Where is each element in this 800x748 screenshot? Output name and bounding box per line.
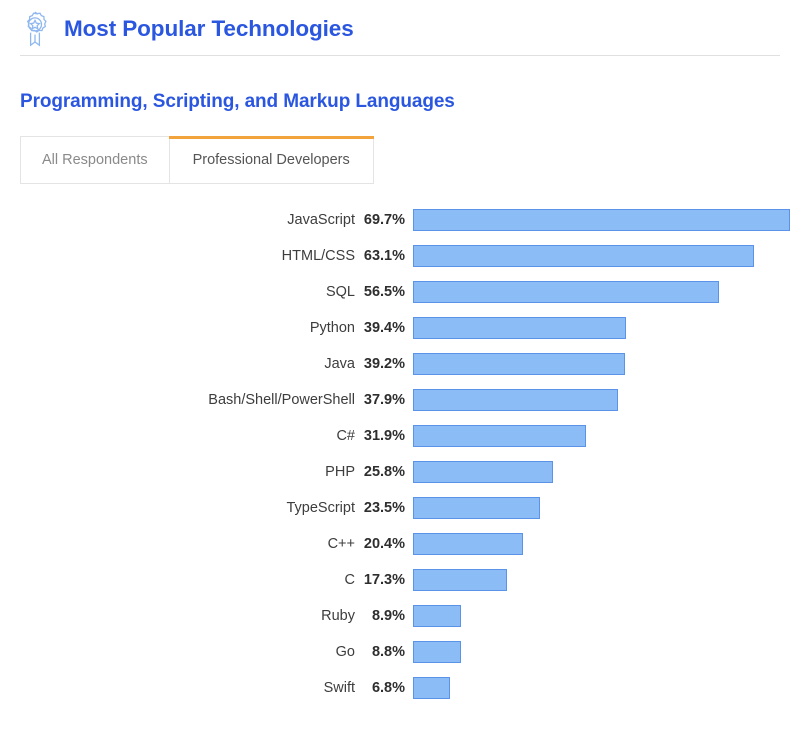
bar-label: C# xyxy=(336,428,355,444)
bar-track xyxy=(413,461,800,483)
bar-value: 25.8% xyxy=(363,464,405,480)
bar-label: Swift xyxy=(323,680,355,696)
bar-track xyxy=(413,569,800,591)
bar-track xyxy=(413,641,800,663)
chart-row: Go 8.8% xyxy=(0,634,800,670)
bar-value: 17.3% xyxy=(363,572,405,588)
bar-value: 20.4% xyxy=(363,536,405,552)
bar-value: 37.9% xyxy=(363,392,405,408)
chart-row: Java 39.2% xyxy=(0,346,800,382)
bar-label: Python xyxy=(309,320,355,336)
chart-row: PHP 25.8% xyxy=(0,454,800,490)
tab-bar: All Respondents Professional Developers xyxy=(20,136,800,184)
bar-value: 6.8% xyxy=(371,680,405,696)
bar-label: C++ xyxy=(327,536,355,552)
bar-value: 31.9% xyxy=(363,428,405,444)
chart-row: Swift 6.8% xyxy=(0,670,800,706)
bar xyxy=(413,425,586,447)
bar-value: 8.9% xyxy=(371,608,405,624)
bar-track xyxy=(413,353,800,375)
bar-value: 69.7% xyxy=(363,212,405,228)
bar-label: Bash/Shell/PowerShell xyxy=(208,392,355,408)
tab-professional-developers[interactable]: Professional Developers xyxy=(168,136,374,184)
chart-row: TypeScript 23.5% xyxy=(0,490,800,526)
bar-chart: JavaScript 69.7% HTML/CSS 63.1% SQL 56.5% Pyth… xyxy=(0,202,800,706)
bar-value: 56.5% xyxy=(363,284,405,300)
bar-track xyxy=(413,317,800,339)
bar xyxy=(413,389,619,411)
bar xyxy=(413,533,524,555)
award-badge-icon xyxy=(18,10,52,48)
chart-row: Python 39.4% xyxy=(0,310,800,346)
bar xyxy=(413,281,719,303)
bar-label: SQL xyxy=(325,284,355,300)
bar xyxy=(413,317,627,339)
bar xyxy=(413,461,553,483)
bar xyxy=(413,209,791,231)
bar xyxy=(413,245,755,267)
page-title: Most Popular Technologies xyxy=(64,16,354,41)
bar-value: 23.5% xyxy=(363,500,405,516)
bar-track xyxy=(413,389,800,411)
bar-track xyxy=(413,497,800,519)
bar xyxy=(413,677,450,699)
bar-track xyxy=(413,209,800,231)
bar xyxy=(413,641,461,663)
bar-value: 63.1% xyxy=(363,248,405,264)
page-header: Most Popular Technologies xyxy=(0,0,800,47)
chart-row: C# 31.9% xyxy=(0,418,800,454)
bar xyxy=(413,497,541,519)
bar-value: 39.2% xyxy=(363,356,405,372)
chart-row: HTML/CSS 63.1% xyxy=(0,238,800,274)
bar-track xyxy=(413,425,800,447)
bar-label: PHP xyxy=(325,464,355,480)
chart-row: C 17.3% xyxy=(0,562,800,598)
header-divider xyxy=(20,55,780,56)
bar-track xyxy=(413,605,800,627)
bar-label: TypeScript xyxy=(286,500,356,516)
bar-label: HTML/CSS xyxy=(281,248,355,264)
chart-row: C++ 20.4% xyxy=(0,526,800,562)
bar xyxy=(413,353,626,375)
chart-row: JavaScript 69.7% xyxy=(0,202,800,238)
bar-track xyxy=(413,281,800,303)
bar-label: Java xyxy=(324,356,355,372)
bar-value: 39.4% xyxy=(363,320,405,336)
bar-label: JavaScript xyxy=(287,212,355,228)
tab-all-respondents[interactable]: All Respondents xyxy=(20,136,169,184)
bar-label: Go xyxy=(335,644,355,660)
bar-track xyxy=(413,245,800,267)
section-title: Programming, Scripting, and Markup Langu… xyxy=(20,91,455,112)
chart-row: Bash/Shell/PowerShell 37.9% xyxy=(0,382,800,418)
bar-track xyxy=(413,677,800,699)
bar xyxy=(413,605,462,627)
bar-label: Ruby xyxy=(321,608,355,624)
bar xyxy=(413,569,507,591)
bar-value: 8.8% xyxy=(371,644,405,660)
chart-row: SQL 56.5% xyxy=(0,274,800,310)
bar-track xyxy=(413,533,800,555)
bar-label: C xyxy=(344,572,355,588)
chart-row: Ruby 8.9% xyxy=(0,598,800,634)
